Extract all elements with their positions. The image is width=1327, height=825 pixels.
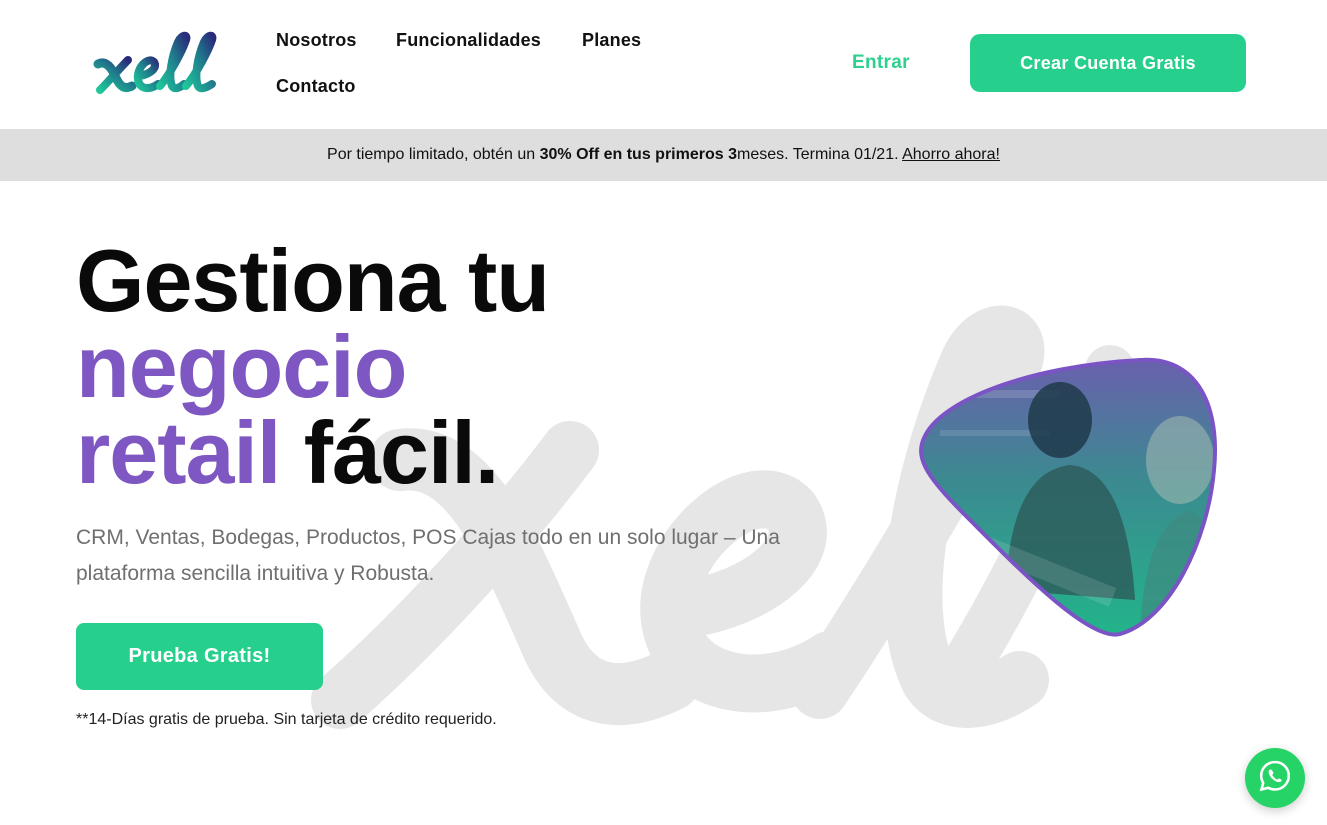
whatsapp-chat-button[interactable]: [1245, 748, 1305, 808]
hero-title-line1: Gestiona tu: [76, 231, 550, 330]
nav-link-funcionalidades[interactable]: Funcionalidades: [396, 30, 541, 51]
xell-logo[interactable]: [92, 28, 222, 98]
hero-title: Gestiona tu negocio retail fácil.: [76, 237, 550, 497]
hero-title-line3-highlight: retail: [76, 403, 281, 502]
promo-highlight: 30% Off en tus primeros 3: [539, 146, 737, 163]
nav-link-contacto[interactable]: Contacto: [276, 76, 356, 97]
promo-text-suffix: meses. Termina 01/21.: [736, 146, 903, 163]
nav-link-nosotros[interactable]: Nosotros: [276, 30, 357, 51]
hero-title-line3: fácil.: [303, 403, 500, 502]
whatsapp-icon: [1258, 759, 1292, 798]
nav-link-planes[interactable]: Planes: [582, 30, 641, 51]
promo-text-prefix: Por tiempo limitado, obtén un: [327, 146, 540, 163]
site-header: Nosotros Funcionalidades Planes Contacto…: [0, 0, 1327, 129]
free-trial-button[interactable]: Prueba Gratis!: [76, 623, 323, 690]
hero-subtitle: CRM, Ventas, Bodegas, Productos, POS Caj…: [76, 526, 780, 585]
hero-image: [910, 350, 1220, 640]
hero-title-line2: negocio: [76, 317, 407, 416]
login-link[interactable]: Entrar: [852, 52, 910, 74]
promo-banner: Por tiempo limitado, obtén un 30% Off en…: [0, 129, 1327, 181]
create-free-account-button[interactable]: Crear Cuenta Gratis: [970, 34, 1246, 92]
promo-link[interactable]: Ahorro ahora!: [902, 146, 1000, 163]
trial-disclaimer: **14-Días gratis de prueba. Sin tarjeta …: [76, 711, 497, 728]
